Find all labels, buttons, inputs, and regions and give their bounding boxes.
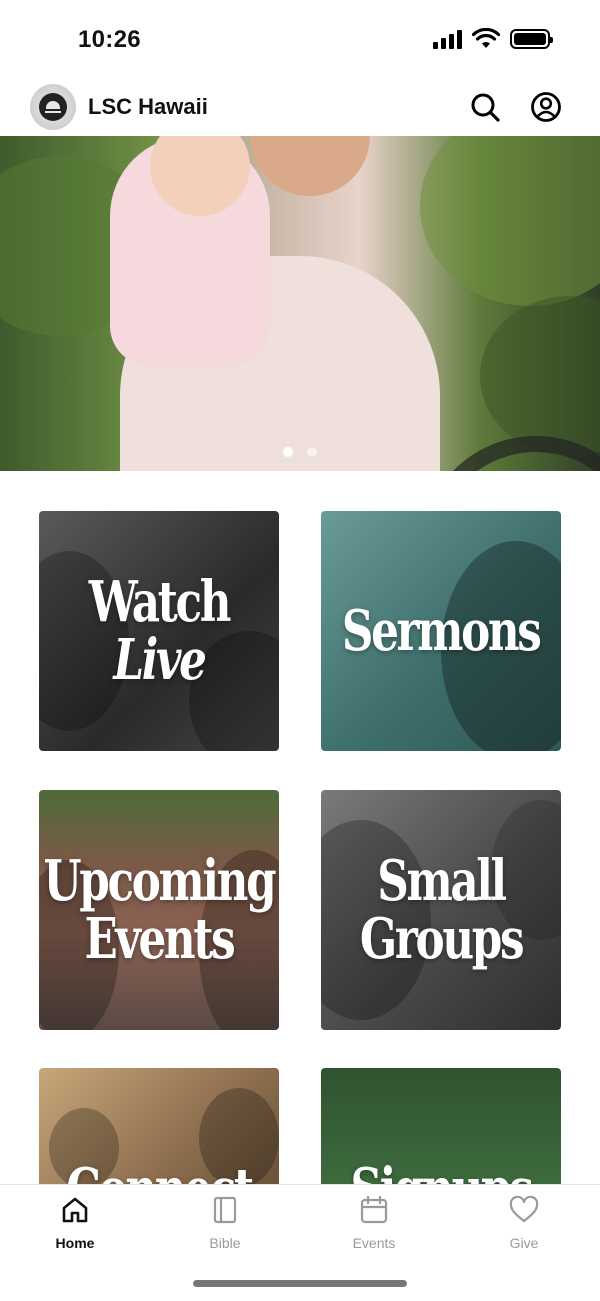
hero-carousel-image[interactable] (0, 136, 600, 471)
home-icon (62, 1197, 88, 1223)
watch-live-card[interactable]: Watch Live (39, 511, 279, 751)
tab-events[interactable]: Events (314, 1195, 434, 1251)
status-time: 10:26 (78, 26, 141, 53)
signups-card[interactable]: Signups (321, 1068, 561, 1188)
tab-events-label: Events (352, 1235, 396, 1251)
sermons-label: Sermons (342, 598, 542, 664)
upcoming-events-card[interactable]: Upcoming Events (39, 790, 279, 1030)
watch-live-label: Watch Live (88, 569, 232, 693)
carousel-dots[interactable] (0, 447, 600, 457)
app-header: LSC Hawaii (0, 80, 600, 136)
tab-give-label: Give (509, 1235, 539, 1251)
status-bar: 10:26 (0, 0, 600, 80)
status-icons (433, 28, 553, 50)
home-indicator (193, 1280, 407, 1287)
tab-bible-label: Bible (209, 1235, 241, 1251)
carousel-dot-active[interactable] (283, 447, 293, 457)
app-title: LSC Hawaii (88, 94, 208, 119)
sermons-card[interactable]: Sermons (321, 511, 561, 751)
tab-home-label: Home (55, 1235, 95, 1251)
tab-home[interactable]: Home (15, 1195, 135, 1251)
small-groups-label: Small Groups (359, 848, 525, 972)
connect-card[interactable]: Connect (39, 1068, 279, 1188)
small-groups-card[interactable]: Small Groups (321, 790, 561, 1030)
carousel-dot[interactable] (307, 447, 317, 457)
heart-icon (509, 1195, 539, 1223)
wifi-icon (472, 28, 500, 48)
cellular-signal-icon (433, 29, 462, 49)
search-icon[interactable] (468, 90, 502, 124)
calendar-icon (360, 1195, 388, 1224)
book-icon (213, 1196, 237, 1224)
church-logo[interactable] (30, 84, 76, 130)
battery-icon (510, 29, 553, 49)
tab-bible[interactable]: Bible (165, 1195, 285, 1251)
tab-give[interactable]: Give (464, 1195, 584, 1251)
profile-icon[interactable] (529, 90, 563, 124)
upcoming-events-label: Upcoming Events (43, 848, 277, 972)
